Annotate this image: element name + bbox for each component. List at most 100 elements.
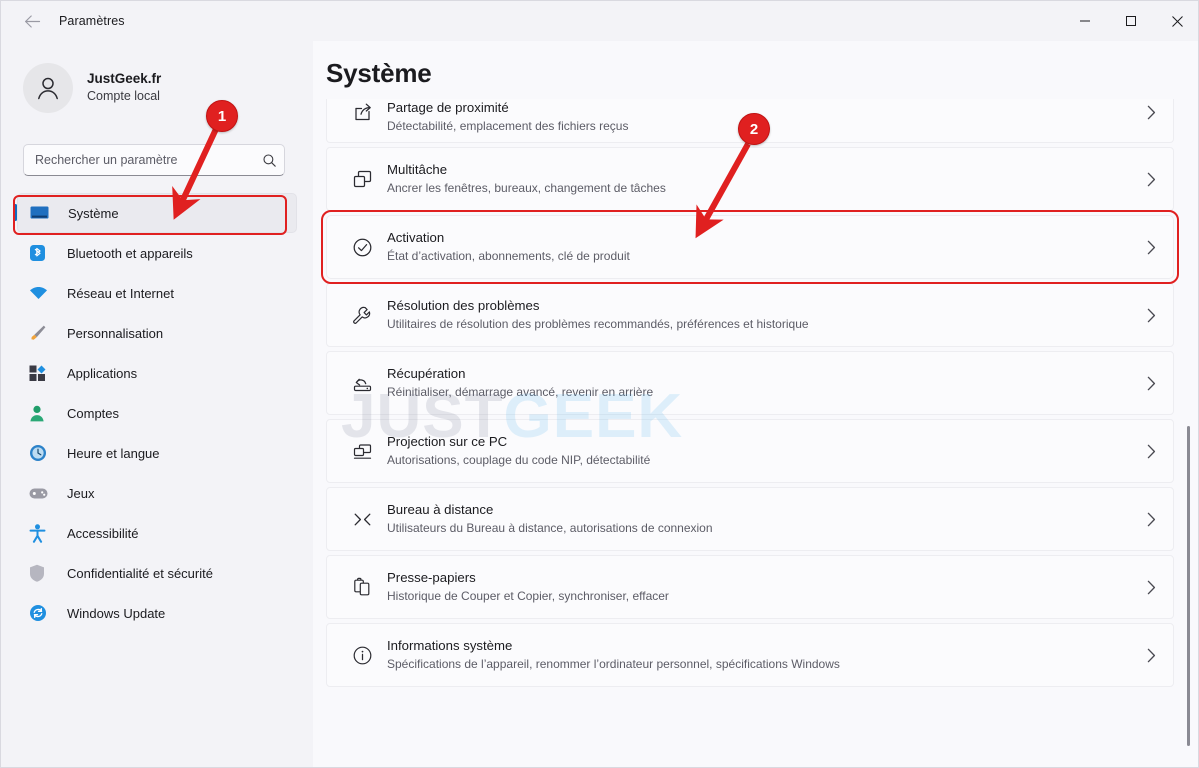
settings-card-activation[interactable]: Activation État d’activation, abonnement… bbox=[321, 210, 1179, 284]
account-icon bbox=[29, 403, 55, 423]
account-block[interactable]: JustGeek.fr Compte local bbox=[23, 63, 313, 113]
minimize-button[interactable] bbox=[1062, 1, 1108, 41]
sidebar-item-label: Jeux bbox=[67, 485, 95, 501]
search-icon bbox=[254, 153, 284, 168]
sidebar-item-jeux[interactable]: Jeux bbox=[17, 473, 297, 513]
sidebar-item-bluetooth-et-appareils[interactable]: Bluetooth et appareils bbox=[17, 233, 297, 273]
account-subtitle: Compte local bbox=[87, 89, 160, 104]
annotation-badge-1: 1 bbox=[206, 100, 238, 132]
sidebar-item-label: Bluetooth et appareils bbox=[67, 245, 193, 261]
settings-card-title: Informations système bbox=[387, 638, 513, 654]
chevron-right-icon bbox=[1129, 512, 1173, 527]
multitask-windows-icon bbox=[343, 169, 381, 190]
chevron-right-icon bbox=[1129, 648, 1173, 663]
settings-card-subtitle: Réinitialiser, démarrage avancé, revenir… bbox=[387, 385, 654, 399]
gamepad-icon bbox=[29, 483, 55, 503]
sidebar-item-label: Comptes bbox=[67, 405, 120, 421]
sidebar-item-windows-update[interactable]: Windows Update bbox=[17, 593, 297, 633]
settings-card-subtitle: État d’activation, abonnements, clé de p… bbox=[387, 249, 630, 263]
wifi-icon bbox=[29, 283, 55, 303]
settings-card-subtitle: Historique de Couper et Copier, synchron… bbox=[387, 589, 669, 603]
settings-card-informations-systeme[interactable]: Informations système Spécifications de l… bbox=[326, 623, 1174, 687]
settings-window: Paramètres JustGeek.fr Compte local Rech… bbox=[0, 0, 1199, 768]
person-icon bbox=[38, 77, 58, 100]
chevron-right-icon bbox=[1129, 99, 1173, 120]
remote-desktop-icon bbox=[343, 509, 381, 530]
chevron-right-icon bbox=[1129, 240, 1173, 255]
sidebar-item-label: Heure et langue bbox=[67, 445, 160, 461]
sidebar-item-personnalisation[interactable]: Personnalisation bbox=[17, 313, 297, 353]
settings-card-recuperation[interactable]: Récupération Réinitialiser, démarrage av… bbox=[326, 351, 1174, 415]
chevron-right-icon bbox=[1129, 580, 1173, 595]
back-button[interactable] bbox=[15, 6, 49, 36]
maximize-button[interactable] bbox=[1108, 1, 1154, 41]
sidebar-item-label: Personnalisation bbox=[67, 325, 164, 341]
page-title: Système bbox=[326, 58, 432, 88]
sidebar: JustGeek.fr Compte local Rechercher un p… bbox=[1, 41, 313, 767]
update-icon bbox=[29, 603, 55, 623]
search-input[interactable] bbox=[24, 145, 254, 175]
sidebar-item-label: Applications bbox=[67, 365, 138, 381]
settings-card-title: Récupération bbox=[387, 366, 466, 382]
avatar bbox=[23, 63, 73, 113]
annotation-highlight-sidebar-systeme bbox=[13, 195, 287, 235]
chevron-right-icon bbox=[1129, 172, 1173, 187]
settings-card-title: Activation bbox=[387, 230, 445, 246]
info-circle-icon bbox=[343, 645, 381, 666]
sidebar-item-confidentialite-et-securite[interactable]: Confidentialité et sécurité bbox=[17, 553, 297, 593]
wrench-icon bbox=[343, 305, 381, 326]
search-box[interactable] bbox=[23, 144, 285, 176]
close-icon bbox=[1171, 15, 1183, 27]
sidebar-item-label: Accessibilité bbox=[67, 525, 139, 541]
project-screen-icon bbox=[343, 441, 381, 462]
sidebar-item-label: Réseau et Internet bbox=[67, 285, 174, 301]
clock-icon bbox=[29, 443, 55, 463]
title-bar: Paramètres bbox=[1, 1, 1198, 41]
settings-card-title: Presse-papiers bbox=[387, 570, 476, 586]
settings-card-subtitle: Utilisateurs du Bureau à distance, autor… bbox=[387, 521, 713, 535]
settings-card-presse-papiers[interactable]: Presse-papiers Historique de Couper et C… bbox=[326, 555, 1174, 619]
clipboard-icon bbox=[343, 577, 381, 598]
annotation-badge-2: 2 bbox=[738, 113, 770, 145]
settings-card-resolution-des-problemes[interactable]: Résolution des problèmes Utilitaires de … bbox=[326, 283, 1174, 347]
settings-card-subtitle: Autorisations, couplage du code NIP, dét… bbox=[387, 453, 651, 467]
minimize-icon bbox=[1080, 20, 1090, 22]
content-scrollbar[interactable] bbox=[1182, 41, 1196, 767]
recovery-icon bbox=[343, 373, 381, 394]
maximize-icon bbox=[1126, 16, 1136, 26]
settings-card-title: Résolution des problèmes bbox=[387, 298, 540, 314]
sidebar-item-label: Confidentialité et sécurité bbox=[67, 565, 213, 581]
settings-card-subtitle: Ancrer les fenêtres, bureaux, changement… bbox=[387, 181, 666, 195]
settings-card-list: Partage de proximité Détectabilité, empl… bbox=[321, 99, 1179, 691]
check-circle-icon bbox=[343, 237, 381, 258]
sidebar-item-label: Windows Update bbox=[67, 605, 166, 621]
paintbrush-icon bbox=[29, 323, 55, 343]
chevron-right-icon bbox=[1129, 376, 1173, 391]
settings-card-title: Projection sur ce PC bbox=[387, 434, 508, 450]
bluetooth-icon bbox=[29, 243, 55, 263]
sidebar-nav: Système Bluetooth et appareils Réseau et… bbox=[1, 193, 313, 633]
settings-card-title: Multitâche bbox=[387, 162, 448, 178]
settings-card-projection-sur-ce-pc[interactable]: Projection sur ce PC Autorisations, coup… bbox=[326, 419, 1174, 483]
window-title: Paramètres bbox=[59, 14, 125, 28]
sidebar-item-comptes[interactable]: Comptes bbox=[17, 393, 297, 433]
settings-card-bureau-a-distance[interactable]: Bureau à distance Utilisateurs du Bureau… bbox=[326, 487, 1174, 551]
shield-icon bbox=[29, 563, 55, 583]
main-content: Système JUSTGEEK Partage de proximité Dé… bbox=[313, 41, 1198, 767]
sidebar-item-accessibilite[interactable]: Accessibilité bbox=[17, 513, 297, 553]
apps-grid-icon bbox=[29, 363, 55, 383]
settings-card-subtitle: Utilitaires de résolution des problèmes … bbox=[387, 317, 809, 331]
close-button[interactable] bbox=[1154, 1, 1198, 41]
chevron-right-icon bbox=[1129, 444, 1173, 459]
settings-card-multitache[interactable]: Multitâche Ancrer les fenêtres, bureaux,… bbox=[326, 147, 1174, 211]
share-icon bbox=[343, 99, 381, 122]
window-controls bbox=[1062, 1, 1198, 41]
scrollbar-thumb[interactable] bbox=[1187, 426, 1190, 746]
chevron-right-icon bbox=[1129, 308, 1173, 323]
sidebar-item-reseau-et-internet[interactable]: Réseau et Internet bbox=[17, 273, 297, 313]
settings-card-subtitle: Spécifications de l’appareil, renommer l… bbox=[387, 657, 840, 671]
settings-card-title: Bureau à distance bbox=[387, 502, 494, 518]
sidebar-item-heure-et-langue[interactable]: Heure et langue bbox=[17, 433, 297, 473]
sidebar-item-applications[interactable]: Applications bbox=[17, 353, 297, 393]
accessibility-icon bbox=[29, 523, 55, 543]
